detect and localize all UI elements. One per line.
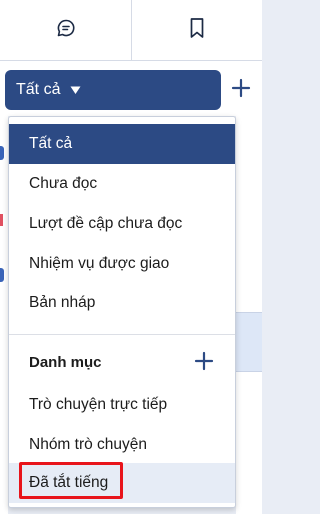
menu-item-label: Lượt đề cập chưa đọc bbox=[29, 215, 183, 232]
menu-item-unread[interactable]: Chưa đọc bbox=[9, 164, 235, 204]
add-filter-button[interactable] bbox=[228, 77, 254, 103]
unread-indicator bbox=[0, 146, 4, 160]
caret-down-icon bbox=[70, 86, 81, 95]
filter-dropdown-button[interactable]: Tất cả bbox=[5, 70, 221, 110]
menu-item-assigned-tasks[interactable]: Nhiệm vụ được giao bbox=[9, 244, 235, 284]
background-list bbox=[0, 116, 8, 514]
plus-icon bbox=[194, 351, 214, 376]
categories-section-title: Danh mục bbox=[29, 354, 102, 371]
mention-indicator bbox=[0, 214, 3, 226]
filter-dropdown-menu: Tất cả Chưa đọc Lượt đề cập chưa đọc Nhi… bbox=[8, 116, 236, 508]
menu-item-muted[interactable]: Đã tắt tiếng bbox=[9, 463, 235, 503]
tab-chats[interactable] bbox=[0, 0, 131, 60]
filter-row: Tất cả bbox=[0, 61, 262, 116]
menu-item-group-chats[interactable]: Nhóm trò chuyện bbox=[9, 425, 235, 465]
tab-saved[interactable] bbox=[131, 0, 262, 60]
menu-divider bbox=[9, 334, 235, 335]
menu-item-unread-mentions[interactable]: Lượt đề cập chưa đọc bbox=[9, 204, 235, 244]
menu-item-label: Tất cả bbox=[29, 135, 73, 152]
menu-item-all[interactable]: Tất cả bbox=[9, 124, 235, 164]
menu-item-direct-chats[interactable]: Trò chuyện trực tiếp bbox=[9, 385, 235, 425]
menu-item-label: Nhiệm vụ được giao bbox=[29, 255, 170, 272]
filter-selected-label: Tất cả bbox=[16, 81, 61, 98]
chat-bubble-icon bbox=[56, 18, 76, 43]
menu-item-label: Chưa đọc bbox=[29, 175, 98, 192]
unread-indicator bbox=[0, 268, 4, 282]
top-tab-bar bbox=[0, 0, 262, 61]
menu-item-label: Bản nháp bbox=[29, 294, 96, 311]
plus-icon bbox=[231, 78, 251, 103]
menu-item-label: Đã tắt tiếng bbox=[29, 474, 109, 491]
bookmark-icon bbox=[188, 17, 206, 44]
menu-item-label: Trò chuyện trực tiếp bbox=[29, 396, 168, 413]
menu-item-drafts[interactable]: Bản nháp bbox=[9, 283, 235, 323]
add-category-button[interactable] bbox=[193, 351, 215, 376]
menu-item-label: Nhóm trò chuyện bbox=[29, 436, 148, 453]
